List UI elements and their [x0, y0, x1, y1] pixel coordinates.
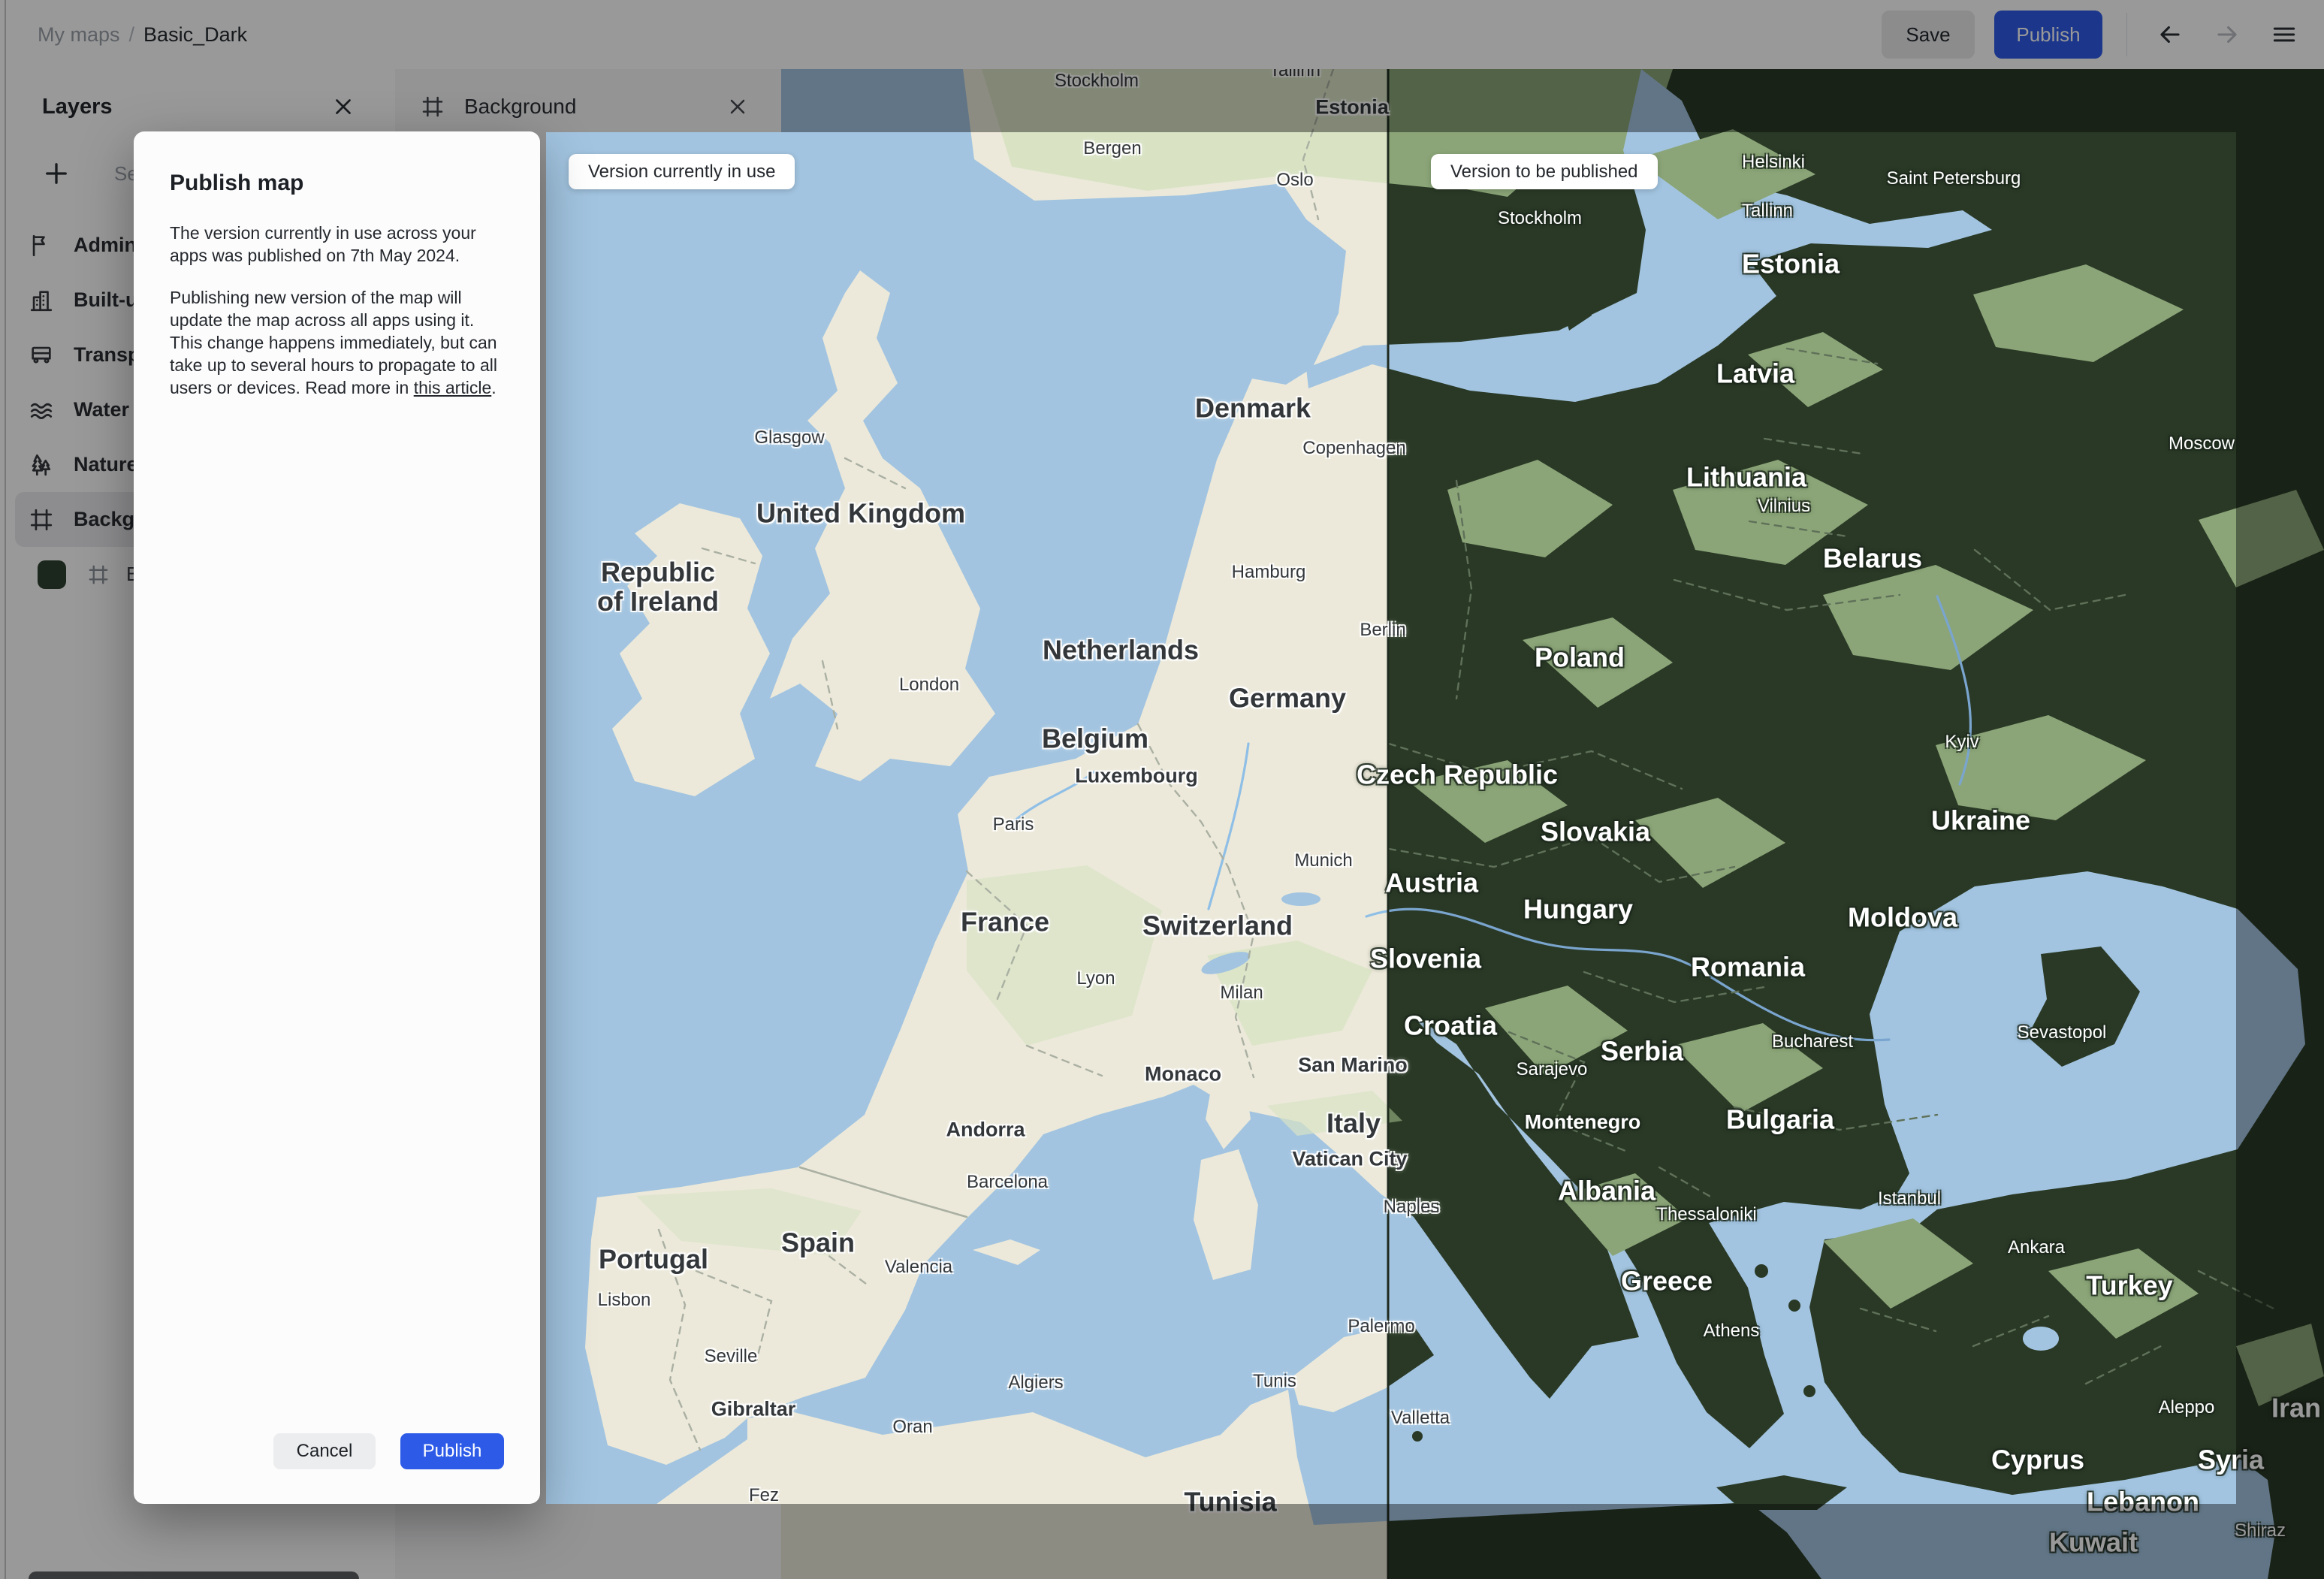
map-label-seville: Seville	[704, 1346, 758, 1367]
map-label-athens: Athens	[1703, 1321, 1760, 1342]
map-label-copenhagen: Copenhagen	[1302, 438, 1406, 459]
publish-confirm-button[interactable]: Publish	[400, 1433, 504, 1469]
map-label-montenegro: Montenegro	[1524, 1110, 1641, 1134]
map-label-hamburg: Hamburg	[1231, 562, 1306, 583]
map-label-luxembourg: Luxembourg	[1075, 764, 1198, 787]
map-label-hungary: Hungary	[1523, 893, 1634, 925]
map-label-romania: Romania	[1690, 951, 1806, 983]
map-label-tunisia: Tunisia	[1184, 1486, 1277, 1504]
map-label-republic-of-ireland: Republic of Ireland	[596, 557, 720, 617]
map-label-berlin: Berlin	[1360, 620, 1406, 641]
map-label-albania: Albania	[1557, 1175, 1656, 1206]
map-label-sevastopol: Sevastopol	[2017, 1022, 2107, 1043]
map-labels: Stockholm Tallinn Estonia Bergen Oslo Glasgow…	[546, 132, 2236, 1504]
map-label-vilnius: Vilnius	[1757, 496, 1811, 517]
map-label-naples: Naples	[1383, 1197, 1440, 1218]
map-label-lisbon: Lisbon	[597, 1290, 651, 1311]
map-label-slovakia: Slovakia	[1540, 816, 1651, 847]
map-label-andorra: Andorra	[946, 1118, 1025, 1141]
map-label-italy: Italy	[1326, 1107, 1381, 1139]
map-label-palermo: Palermo	[1348, 1316, 1415, 1337]
map-label-oslo: Oslo	[1276, 170, 1314, 191]
map-label-czech-republic: Czech Republic	[1356, 759, 1559, 790]
map-label-slovenia: Slovenia	[1369, 943, 1482, 974]
map-label-munich: Munich	[1294, 850, 1353, 871]
map-label-portugal: Portugal	[598, 1243, 709, 1275]
map-label-oran: Oran	[892, 1417, 933, 1438]
map-label-barcelona: Barcelona	[966, 1172, 1049, 1193]
this-article-link[interactable]: this article	[414, 378, 492, 397]
map-label-spain: Spain	[780, 1227, 856, 1258]
map-label-monaco: Monaco	[1144, 1062, 1222, 1085]
map-label-lebanon: Lebanon	[2087, 1486, 2199, 1504]
map-label-switzerland: Switzerland	[1142, 910, 1293, 941]
map-label-istanbul: Istanbul	[1877, 1188, 1942, 1209]
map-label-valletta: Valletta	[1390, 1408, 1450, 1429]
map-label-london: London	[898, 675, 960, 696]
map-label-austria: Austria	[1384, 867, 1479, 898]
map-label-thessaloniki: Thessaloniki	[1656, 1204, 1757, 1225]
map-label-cyprus: Cyprus	[1990, 1444, 2085, 1475]
map-label-greece: Greece	[1620, 1265, 1713, 1297]
map-label-netherlands: Netherlands	[1042, 634, 1200, 666]
map-label-belarus: Belarus	[1822, 542, 1923, 574]
map-label-gibraltar: Gibraltar	[711, 1397, 796, 1420]
map-label-ukraine: Ukraine	[1930, 805, 2031, 836]
map-label-moldova: Moldova	[1847, 901, 1958, 933]
map-label-bucharest: Bucharest	[1771, 1031, 1854, 1052]
map-label-lyon: Lyon	[1076, 968, 1115, 989]
map-label-milan: Milan	[1220, 983, 1263, 1004]
map-label-syria: Syria	[2197, 1444, 2236, 1475]
map-label-helsinki: Helsinki	[1741, 152, 1806, 173]
map-label-san-marino: San Marino	[1298, 1053, 1408, 1076]
map-label-united-kingdom: United Kingdom	[756, 497, 965, 529]
dialog-title: Publish map	[170, 171, 304, 195]
map-label-fez: Fez	[748, 1485, 780, 1504]
map-label-paris: Paris	[992, 814, 1034, 835]
map-label-valencia: Valencia	[884, 1257, 953, 1278]
map-label-poland: Poland	[1534, 642, 1625, 673]
map-label-estonia: Estonia	[1741, 248, 1840, 279]
map-label-croatia: Croatia	[1403, 1010, 1498, 1041]
map-label-moscow: Moscow	[2168, 433, 2235, 454]
map-label-latvia: Latvia	[1716, 358, 1795, 389]
map-label-kyiv: Kyiv	[1945, 732, 1979, 753]
dialog-paragraph-1: The version currently in use across your…	[170, 223, 476, 265]
dialog-paragraph-2: Publishing new version of the map will u…	[170, 288, 498, 397]
map-label-bulgaria: Bulgaria	[1725, 1103, 1835, 1135]
map-label-tallinn: Tallinn	[1741, 201, 1794, 222]
map-label-stockholm: Stockholm	[1497, 208, 1583, 229]
map-label-belgium: Belgium	[1041, 723, 1149, 754]
map-label-sarajevo: Sarajevo	[1516, 1059, 1588, 1080]
map-label-germany: Germany	[1228, 682, 1347, 714]
publish-map-dialog: Publish map The version currently in use…	[134, 131, 540, 1504]
map-label-algiers: Algiers	[1008, 1372, 1064, 1393]
map-label-ankara: Ankara	[2007, 1237, 2066, 1258]
map-label-aleppo: Aleppo	[2158, 1397, 2215, 1418]
map-label-glasgow: Glasgow	[754, 427, 825, 448]
version-compare-view[interactable]: Stockholm Tallinn Estonia Bergen Oslo Glasgow…	[546, 132, 2236, 1504]
cancel-button[interactable]: Cancel	[273, 1433, 376, 1469]
new-version-badge: Version to be published	[1431, 154, 1658, 189]
current-version-badge: Version currently in use	[569, 154, 795, 189]
map-label-saint-petersburg: Saint Petersburg	[1886, 168, 2021, 189]
map-label-bergen: Bergen	[1083, 138, 1142, 159]
map-label-vatican-city: Vatican City	[1292, 1147, 1408, 1170]
map-label-denmark: Denmark	[1194, 392, 1311, 424]
map-label-france: France	[960, 906, 1050, 937]
map-label-tunis: Tunis	[1253, 1371, 1296, 1392]
map-label-lithuania: Lithuania	[1686, 461, 1806, 493]
map-label-serbia: Serbia	[1600, 1035, 1684, 1067]
map-label-turkey: Turkey	[2086, 1270, 2173, 1301]
